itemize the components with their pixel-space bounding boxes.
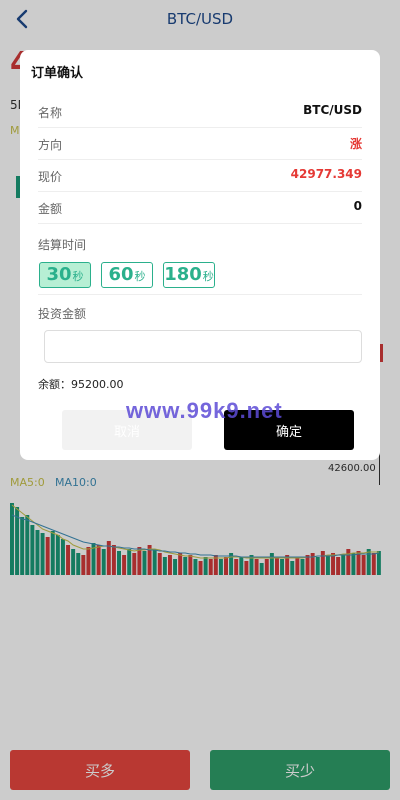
row-label: 金额 bbox=[38, 202, 63, 216]
time-unit: 秒 bbox=[202, 270, 214, 283]
row-value: 0 bbox=[353, 199, 362, 213]
row-label: 现价 bbox=[38, 170, 63, 184]
watermark: www.99k9.net bbox=[126, 398, 283, 423]
balance-text: 余额：95200.00 bbox=[38, 378, 124, 391]
dialog-title: 订单确认 bbox=[31, 66, 84, 81]
info-row-name: 名称 BTC/USD bbox=[38, 95, 362, 128]
info-row-price: 现价 42977.349 bbox=[38, 159, 362, 192]
row-label: 方向 bbox=[38, 138, 63, 152]
time-number: 30 bbox=[46, 264, 72, 285]
invest-amount-label: 投资金额 bbox=[38, 307, 87, 321]
time-option-180[interactable]: 180 秒 bbox=[163, 262, 215, 288]
time-option-60[interactable]: 60 秒 bbox=[101, 262, 153, 288]
info-row-direction: 方向 涨 bbox=[38, 127, 362, 160]
time-number: 60 bbox=[108, 264, 134, 285]
time-unit: 秒 bbox=[134, 270, 146, 283]
time-number: 180 bbox=[164, 264, 202, 285]
row-label: 名称 bbox=[38, 106, 63, 120]
time-option-30[interactable]: 30 秒 bbox=[39, 262, 91, 288]
row-value: 42977.349 bbox=[290, 167, 362, 181]
info-row-amount: 金额 0 bbox=[38, 191, 362, 224]
invest-amount-input[interactable] bbox=[44, 330, 362, 363]
settle-time-label: 结算时间 bbox=[38, 238, 87, 252]
time-unit: 秒 bbox=[72, 270, 84, 283]
row-value: 涨 bbox=[349, 137, 362, 151]
row-value: BTC/USD bbox=[303, 103, 362, 117]
divider bbox=[38, 294, 362, 295]
